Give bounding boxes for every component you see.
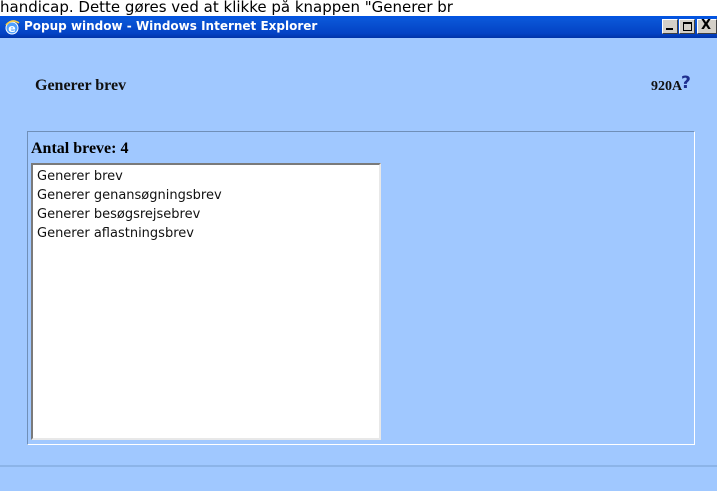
svg-text:e: e [8, 22, 15, 35]
ie-logo-icon: e [5, 20, 20, 35]
document-background-text: handicap. Dette gøres ved at klikke på k… [0, 0, 717, 16]
letter-listbox[interactable]: Generer brev Generer genansøgningsbrev G… [31, 163, 381, 440]
minimize-button[interactable] [662, 19, 678, 34]
list-item[interactable]: Generer aflastningsbrev [37, 224, 379, 243]
title-bar[interactable]: e Popup window - Windows Internet Explor… [0, 16, 717, 38]
maximize-button[interactable] [679, 19, 695, 34]
page-code: 920A [651, 79, 683, 94]
help-icon[interactable]: ? [681, 73, 691, 93]
close-icon: X [701, 18, 712, 33]
list-item[interactable]: Generer genansøgningsbrev [37, 186, 379, 205]
letters-panel: Antal breve: 4 Generer brev Generer gena… [27, 131, 695, 445]
list-item[interactable]: Generer besøgsrejsebrev [37, 205, 379, 224]
letter-count-label: Antal breve: 4 [31, 140, 129, 157]
list-item[interactable]: Generer brev [37, 167, 379, 186]
popup-window: e Popup window - Windows Internet Explor… [0, 16, 717, 491]
window-title: Popup window - Windows Internet Explorer [24, 19, 318, 33]
page-title: Generer brev [35, 77, 127, 94]
close-button[interactable]: X [697, 18, 717, 34]
status-divider [0, 465, 717, 467]
